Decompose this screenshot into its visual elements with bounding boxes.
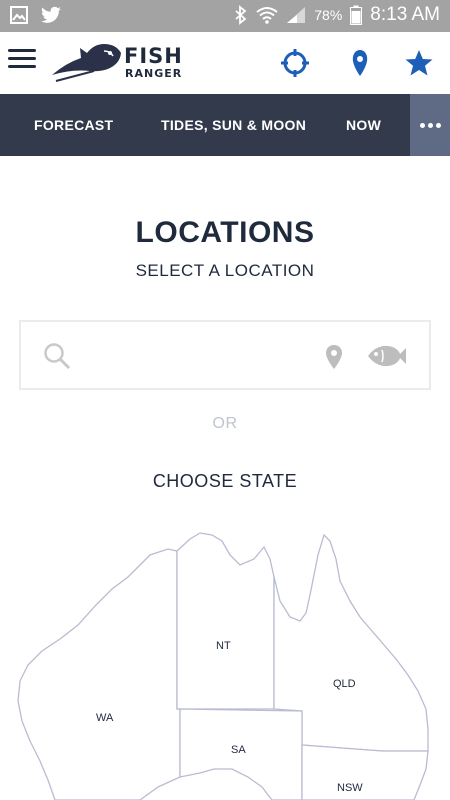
state-label-wa: WA	[96, 712, 114, 724]
menu-icon-bar	[8, 65, 36, 68]
signal-icon	[287, 7, 306, 23]
state-label-sa: SA	[231, 744, 246, 756]
state-area-nsw[interactable]	[301, 744, 429, 800]
tab-forecast[interactable]: FORECAST	[34, 94, 113, 156]
australia-state-map: WA NT QLD SA NSW	[17, 532, 429, 800]
bluetooth-icon	[235, 5, 247, 25]
state-label-nt: NT	[216, 640, 231, 652]
menu-button[interactable]	[8, 49, 36, 77]
page-subtitle: SELECT A LOCATION	[135, 261, 315, 280]
location-search-box[interactable]	[19, 320, 431, 390]
fish-ranger-logo[interactable]: FISH RANGER	[50, 41, 210, 85]
status-bar: 78% 8:13 AM	[0, 0, 450, 32]
logo-fish-icon	[52, 44, 121, 82]
wifi-icon	[256, 7, 278, 24]
tab-now[interactable]: NOW	[346, 94, 381, 156]
tab-tides-sun-moon[interactable]: TIDES, SUN & MOON	[161, 94, 306, 156]
state-area-wa[interactable]	[17, 548, 181, 800]
crosshair-icon[interactable]	[280, 48, 310, 78]
menu-icon-bar	[8, 49, 36, 52]
logo-text-fish: FISH	[124, 44, 183, 68]
clock: 8:13 AM	[370, 4, 440, 25]
battery-percent: 78%	[314, 7, 343, 23]
state-label-nsw: NSW	[337, 782, 363, 794]
search-icon	[44, 343, 71, 370]
menu-icon-bar	[8, 57, 36, 60]
more-dot-icon	[419, 122, 425, 128]
more-dot-icon	[435, 122, 441, 128]
tab-bar: FORECAST TIDES, SUN & MOON NOW	[0, 94, 450, 156]
more-dot-icon	[427, 122, 433, 128]
gallery-icon	[10, 6, 28, 24]
fish-icon[interactable]	[366, 344, 406, 368]
battery-icon	[350, 5, 363, 25]
map-pin-icon[interactable]	[345, 48, 375, 78]
twitter-icon	[41, 6, 61, 23]
more-tabs-button[interactable]	[410, 94, 450, 156]
star-icon[interactable]	[404, 48, 434, 78]
choose-state-heading: CHOOSE STATE	[152, 471, 298, 491]
page-title: LOCATIONS	[135, 216, 315, 249]
app-header: FISH RANGER	[0, 32, 450, 94]
state-label-qld: QLD	[333, 678, 356, 690]
or-divider-text: OR	[212, 415, 238, 432]
current-location-pin-icon[interactable]	[323, 344, 345, 370]
location-search-input[interactable]	[85, 340, 315, 372]
logo-text-ranger: RANGER	[125, 67, 183, 80]
state-area-nt[interactable]	[176, 532, 275, 710]
